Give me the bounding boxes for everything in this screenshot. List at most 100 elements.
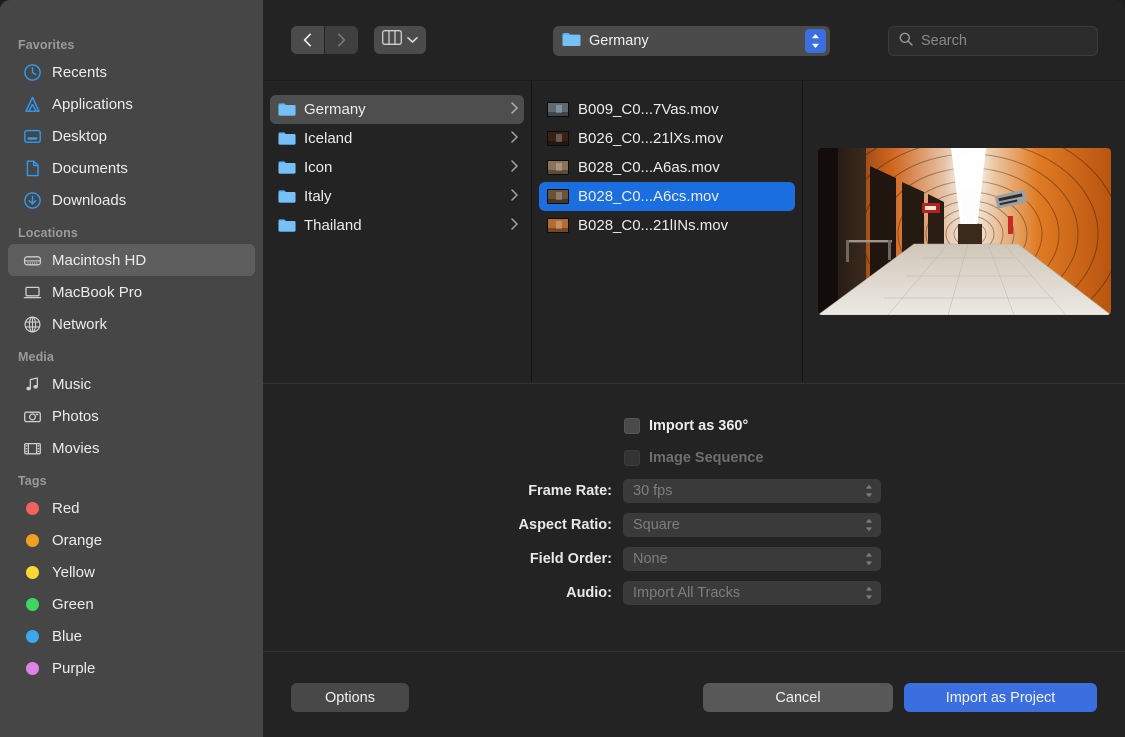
sidebar-item-label: Applications bbox=[52, 96, 133, 113]
folder-icon bbox=[278, 131, 296, 146]
file-row[interactable]: B026_C0...21lXs.mov bbox=[539, 124, 795, 153]
sidebar-item-red[interactable]: Red bbox=[8, 492, 255, 524]
sidebar-group-title: Locations bbox=[0, 226, 263, 244]
sidebar-item-downloads[interactable]: Downloads bbox=[8, 184, 255, 216]
sidebar-item-recents[interactable]: Recents bbox=[8, 56, 255, 88]
sidebar-item-blue[interactable]: Blue bbox=[8, 620, 255, 652]
globe-icon bbox=[22, 314, 43, 335]
search-input[interactable]: Search bbox=[921, 33, 967, 49]
sidebar-item-purple[interactable]: Purple bbox=[8, 652, 255, 684]
updown-stepper-icon bbox=[864, 549, 874, 569]
folder-row[interactable]: Iceland bbox=[270, 124, 524, 153]
view-mode-button[interactable] bbox=[374, 26, 426, 54]
file-row[interactable]: B009_C0...7Vas.mov bbox=[539, 95, 795, 124]
updown-stepper-icon[interactable] bbox=[805, 29, 826, 53]
folder-name: Thailand bbox=[304, 217, 511, 234]
main-panel: Germany Search G bbox=[263, 0, 1125, 737]
cancel-button[interactable]: Cancel bbox=[703, 683, 893, 712]
sidebar-item-label: Network bbox=[52, 316, 107, 333]
checkbox-row: Import as 360° bbox=[263, 410, 1125, 442]
file-thumbnail bbox=[547, 131, 569, 146]
options-button[interactable]: Options bbox=[291, 683, 409, 712]
sidebar-item-orange[interactable]: Orange bbox=[8, 524, 255, 556]
sidebar-item-music[interactable]: Music bbox=[8, 368, 255, 400]
checkbox-row: Image Sequence bbox=[263, 442, 1125, 474]
sidebar-item-yellow[interactable]: Yellow bbox=[8, 556, 255, 588]
option-field-label: Audio: bbox=[263, 585, 623, 601]
popup-field-order: None bbox=[623, 547, 881, 571]
search-field[interactable]: Search bbox=[888, 26, 1098, 56]
chevron-right-icon bbox=[511, 159, 518, 176]
desktop-icon bbox=[22, 126, 43, 147]
back-button[interactable] bbox=[291, 26, 324, 54]
sidebar-item-applications[interactable]: Applications bbox=[8, 88, 255, 120]
file-thumbnail bbox=[547, 189, 569, 204]
folder-row[interactable]: Icon bbox=[270, 153, 524, 182]
path-popup-button[interactable]: Germany bbox=[553, 26, 830, 56]
document-icon bbox=[22, 158, 43, 179]
chevron-right-icon bbox=[511, 188, 518, 205]
sidebar-item-label: Recents bbox=[52, 64, 107, 81]
file-name: B009_C0...7Vas.mov bbox=[578, 101, 789, 118]
sidebar-item-macbook-pro[interactable]: MacBook Pro bbox=[8, 276, 255, 308]
film-icon bbox=[22, 438, 43, 459]
sidebar-group-media: Media Music PhotosMovies bbox=[0, 350, 263, 464]
tag-color-dot bbox=[26, 534, 39, 547]
folder-name: Germany bbox=[304, 101, 511, 118]
sidebar-item-documents[interactable]: Documents bbox=[8, 152, 255, 184]
sidebar-item-label: Orange bbox=[52, 532, 102, 549]
sidebar-item-green[interactable]: Green bbox=[8, 588, 255, 620]
option-field-row: Aspect Ratio:Square bbox=[263, 508, 1125, 542]
sidebar-item-macintosh-hd[interactable]: Macintosh HD bbox=[8, 244, 255, 276]
folder-icon bbox=[278, 189, 296, 204]
checkbox-import-as-360[interactable] bbox=[624, 418, 640, 434]
tag-dot-icon bbox=[22, 658, 43, 679]
sidebar-group-title: Media bbox=[0, 350, 263, 368]
option-field-row: Audio:Import All Tracks bbox=[263, 576, 1125, 610]
forward-button[interactable] bbox=[325, 26, 358, 54]
camera-icon bbox=[22, 406, 43, 427]
sidebar-item-photos[interactable]: Photos bbox=[8, 400, 255, 432]
file-thumbnail bbox=[547, 102, 569, 117]
file-name: B028_C0...21lINs.mov bbox=[578, 217, 789, 234]
folder-row[interactable]: Italy bbox=[270, 182, 524, 211]
laptop-icon bbox=[22, 282, 43, 303]
checkbox-image-sequence bbox=[624, 450, 640, 466]
sidebar-item-label: Green bbox=[52, 596, 94, 613]
file-row[interactable]: B028_C0...21lINs.mov bbox=[539, 211, 795, 240]
download-icon bbox=[22, 190, 43, 211]
sidebar: FavoritesRecentsApplicationsDesktopDocum… bbox=[0, 0, 263, 737]
file-row[interactable]: B028_C0...A6cs.mov bbox=[539, 182, 795, 211]
folder-column: Germany IcelandIconItaly Thailand bbox=[263, 81, 532, 382]
tag-color-dot bbox=[26, 630, 39, 643]
file-name: B028_C0...A6as.mov bbox=[578, 159, 789, 176]
sidebar-item-label: Music bbox=[52, 376, 91, 393]
folder-row[interactable]: Thailand bbox=[270, 211, 524, 240]
sidebar-item-label: Desktop bbox=[52, 128, 107, 145]
file-row[interactable]: B028_C0...A6as.mov bbox=[539, 153, 795, 182]
sidebar-item-label: MacBook Pro bbox=[52, 284, 142, 301]
import-as-project-button[interactable]: Import as Project bbox=[904, 683, 1097, 712]
column-view-icon bbox=[382, 30, 402, 50]
sidebar-item-movies[interactable]: Movies bbox=[8, 432, 255, 464]
popup-frame-rate: 30 fps bbox=[623, 479, 881, 503]
file-column: B009_C0...7Vas.mov B026_C0...21lXs.mov B02… bbox=[532, 81, 803, 382]
sidebar-group-favorites: FavoritesRecentsApplicationsDesktopDocum… bbox=[0, 38, 263, 216]
sidebar-item-desktop[interactable]: Desktop bbox=[8, 120, 255, 152]
sidebar-item-label: Purple bbox=[52, 660, 95, 677]
chevron-right-icon bbox=[511, 130, 518, 147]
folder-icon bbox=[278, 160, 296, 175]
updown-stepper-icon bbox=[864, 515, 874, 535]
file-name: B026_C0...21lXs.mov bbox=[578, 130, 789, 147]
harddisk-icon bbox=[22, 250, 43, 271]
file-thumbnail bbox=[547, 218, 569, 233]
sidebar-group-title: Tags bbox=[0, 474, 263, 492]
tag-dot-icon bbox=[22, 530, 43, 551]
checkbox-label: Import as 360° bbox=[649, 418, 748, 434]
option-field-label: Frame Rate: bbox=[263, 483, 623, 499]
sidebar-group-tags: TagsRed Orange Yellow Green Blue Purple bbox=[0, 474, 263, 684]
sidebar-item-network[interactable]: Network bbox=[8, 308, 255, 340]
folder-row[interactable]: Germany bbox=[270, 95, 524, 124]
import-options-panel: Import as 360° Image Sequence Frame Rate:3… bbox=[263, 383, 1125, 651]
dialog-footer: Options Cancel Import as Project bbox=[263, 651, 1125, 737]
